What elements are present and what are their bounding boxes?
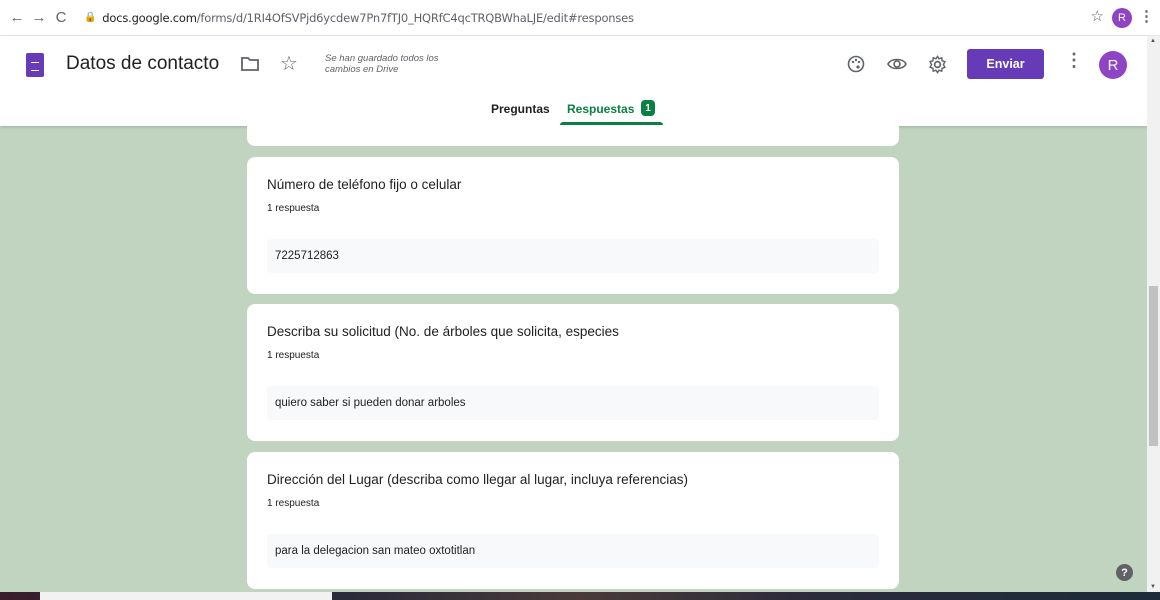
active-tab-indicator	[560, 122, 663, 125]
star-icon[interactable]: ☆	[280, 51, 298, 76]
response-answer: 7225712863	[267, 239, 879, 273]
url-path: /forms/d/1RI4OfSVPjd6ycdew7Pn7fTJ0_HQRfC…	[196, 10, 634, 25]
response-answer: para la delegacion san mateo oxtotitlan	[267, 534, 879, 568]
more-options-icon[interactable]: ⋮	[1065, 50, 1083, 71]
scroll-thumb[interactable]	[1149, 286, 1158, 446]
taskbar-search-box[interactable]	[40, 592, 332, 600]
question-title: Número de teléfono fijo o celular	[267, 177, 462, 192]
saved-status: Se han guardado todos los cambios en Dri…	[325, 53, 439, 75]
tab-respuestas[interactable]: Respuestas	[567, 102, 634, 116]
page-scrollbar[interactable]: ▲ ▼	[1147, 36, 1160, 592]
question-title: Describa su solicitud (No. de árboles qu…	[267, 324, 619, 339]
avatar[interactable]: R	[1099, 51, 1127, 79]
palette-icon[interactable]	[845, 53, 867, 75]
forms-logo-icon[interactable]	[26, 53, 44, 77]
forms-header: Datos de contacto ☆ Se han guardado todo…	[0, 36, 1147, 126]
form-title[interactable]: Datos de contacto	[66, 53, 219, 75]
send-button[interactable]: Enviar	[967, 49, 1044, 79]
url-field[interactable]: 🔒 docs.google.com /forms/d/1RI4OfSVPjd6y…	[84, 11, 634, 25]
lock-icon: 🔒	[84, 12, 97, 23]
response-count: 1 respuesta	[267, 498, 320, 509]
question-card: Dirección del Lugar (describa como llega…	[247, 452, 899, 589]
settings-gear-icon[interactable]	[926, 53, 948, 75]
forward-arrow-icon[interactable]: →	[28, 7, 50, 29]
responses-count-badge: 1	[641, 100, 655, 116]
response-count: 1 respuesta	[267, 350, 320, 361]
scroll-down-arrow-icon[interactable]: ▼	[1150, 584, 1156, 590]
browser-profile-avatar[interactable]: R	[1112, 8, 1132, 28]
bookmark-star-icon[interactable]: ☆	[1091, 7, 1104, 25]
question-title: Dirección del Lugar (describa como llega…	[267, 472, 688, 487]
previous-question-card	[247, 126, 899, 146]
question-card: Número de teléfono fijo o celular 1 resp…	[247, 157, 899, 294]
back-arrow-icon[interactable]: ←	[6, 7, 28, 29]
scroll-up-arrow-icon[interactable]: ▲	[1150, 38, 1156, 44]
response-answer: quiero saber si pueden donar arboles	[267, 386, 879, 420]
question-card: Describa su solicitud (No. de árboles qu…	[247, 304, 899, 441]
help-icon[interactable]: ?	[1116, 564, 1133, 581]
browser-address-bar: ← → C 🔒 docs.google.com /forms/d/1RI4OfS…	[0, 0, 1160, 36]
preview-eye-icon[interactable]	[886, 53, 908, 75]
url-host: docs.google.com	[102, 10, 197, 25]
browser-menu-icon[interactable]: ⋮	[1139, 7, 1154, 25]
response-count: 1 respuesta	[267, 203, 320, 214]
tab-preguntas[interactable]: Preguntas	[491, 102, 550, 116]
reload-icon[interactable]: C	[50, 7, 72, 29]
folder-icon[interactable]	[240, 55, 260, 73]
